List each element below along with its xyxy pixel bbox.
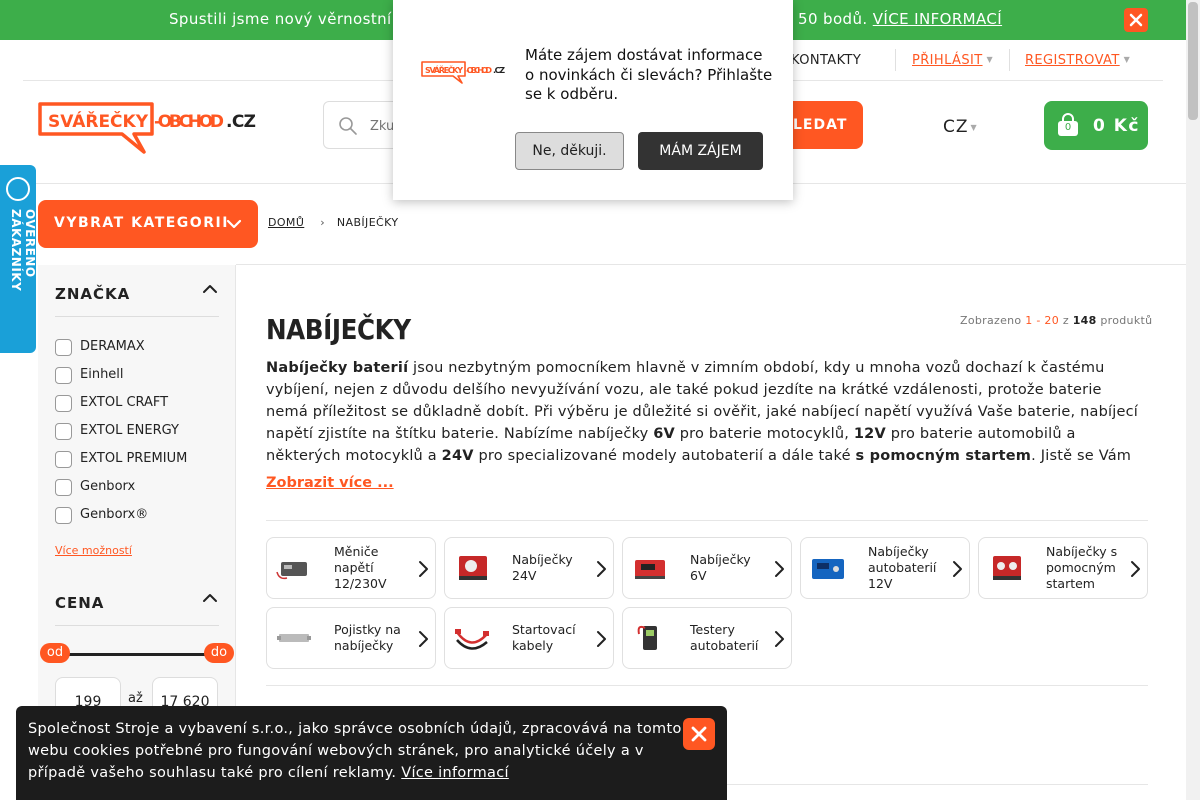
- price-to-handle[interactable]: do: [204, 643, 234, 663]
- site-logo[interactable]: SVÁŘEČKY -OBCHOD .CZ: [38, 100, 268, 156]
- brand-filter-title[interactable]: ZNAČKA: [55, 285, 130, 303]
- chevron-right-icon: [419, 631, 428, 647]
- breadcrumb: DOMŮ › NABÍJEČKY: [268, 216, 398, 229]
- promo-text-end: 50 bodů. VÍCE INFORMACÍ: [798, 10, 1003, 28]
- inverter-icon: [276, 562, 307, 580]
- svg-text:SVÁŘEČKY: SVÁŘEČKY: [425, 64, 463, 75]
- scrollbar-thumb[interactable]: [1188, 2, 1198, 120]
- breadcrumb-home[interactable]: DOMŮ: [268, 216, 304, 229]
- subcategory-tile[interactable]: Pojistky na nabíječky: [266, 607, 436, 669]
- cookie-message: Společnost Stroje a vybavení s.r.o., jak…: [28, 721, 682, 781]
- select-category-label: VYBRAT KATEGORII: [54, 215, 229, 231]
- divider: [1009, 49, 1010, 71]
- divider: [55, 625, 219, 626]
- charger-red-icon: [459, 556, 487, 580]
- price-filter-title[interactable]: CENA: [55, 594, 104, 612]
- subscribe-button[interactable]: MÁM ZÁJEM: [638, 132, 763, 170]
- register-link[interactable]: REGISTROVAT ▼: [1025, 53, 1130, 68]
- subcategory-tile[interactable]: Testery autobaterií: [622, 607, 792, 669]
- cookie-close-button[interactable]: [683, 718, 715, 750]
- cookie-bar: Společnost Stroje a vybavení s.r.o., jak…: [16, 706, 727, 800]
- chevron-right-icon: [419, 561, 428, 577]
- svg-text:.CZ: .CZ: [226, 112, 256, 132]
- language-selector[interactable]: CZ ▼: [943, 117, 978, 137]
- chevron-right-icon: [1131, 561, 1140, 577]
- login-link[interactable]: PŘIHLÁSIT ▼: [912, 53, 993, 68]
- chevron-right-icon: [775, 561, 784, 577]
- subcategory-tile[interactable]: Startovací kabely: [444, 607, 614, 669]
- popup-logo-icon: SVÁŘEČKY -OBCHOD .CZ: [421, 61, 505, 84]
- subcategory-tile[interactable]: Nabíječky s pomocným startem: [978, 537, 1148, 599]
- chevron-down-icon: ▼: [986, 55, 994, 64]
- chevron-right-icon: ›: [320, 216, 325, 229]
- category-description: Nabíječky baterií jsou nezbytným pomocní…: [266, 360, 1139, 464]
- chevron-right-icon: [953, 561, 962, 577]
- checkbox[interactable]: [55, 339, 72, 356]
- starter-charger-icon: [993, 556, 1021, 580]
- newsletter-popup: SVÁŘEČKY -OBCHOD .CZ Máte zájem dostávat…: [393, 0, 793, 200]
- divider: [895, 49, 896, 71]
- page-scrollbar[interactable]: [1186, 0, 1200, 800]
- subcategory-tile[interactable]: Nabíječky 6V: [622, 537, 792, 599]
- checkbox[interactable]: [55, 395, 72, 412]
- chevron-down-icon: [226, 219, 242, 229]
- page-title: NABÍJEČKY: [266, 313, 411, 346]
- price-separator: až: [128, 691, 143, 706]
- newsletter-message: Máte zájem dostávat informace o novinkác…: [525, 46, 773, 103]
- breadcrumb-current: NABÍJEČKY: [336, 216, 399, 229]
- checkbox[interactable]: [55, 507, 72, 524]
- subcategory-tile[interactable]: Nabíječky 24V: [444, 537, 614, 599]
- content-divider: [236, 264, 1186, 265]
- promo-text: Spustili jsme nový věrnostní p: [169, 10, 407, 28]
- fuse-icon: [277, 634, 311, 642]
- show-more-link[interactable]: Zobrazit více ...: [266, 475, 394, 491]
- jumper-cables-icon: [455, 629, 489, 650]
- cart-button[interactable]: 0 0 Kč: [1044, 101, 1148, 150]
- cart-total: 0 Kč: [1093, 116, 1140, 136]
- cart-count: 0: [1064, 122, 1072, 133]
- chevron-down-icon: ▼: [1123, 55, 1131, 64]
- charger-6v-icon: [635, 560, 665, 579]
- checkbox[interactable]: [55, 451, 72, 468]
- more-options-link[interactable]: Více možností: [55, 544, 132, 557]
- subcategory-tile[interactable]: Nabíječky autobaterií 12V: [800, 537, 970, 599]
- verified-label: OVĚŘENO ZÁKAZNÍKY: [9, 209, 37, 292]
- select-category-button[interactable]: VYBRAT KATEGORII: [38, 200, 258, 248]
- close-icon: [1129, 13, 1143, 27]
- divider: [720, 784, 1148, 785]
- chevron-right-icon: [597, 561, 606, 577]
- divider: [55, 316, 219, 317]
- logo-icon: SVÁŘEČKY -OBCHOD .CZ: [38, 102, 256, 154]
- svg-text:.CZ: .CZ: [493, 66, 505, 75]
- chevron-up-icon[interactable]: [202, 592, 218, 604]
- promo-close-button[interactable]: [1124, 8, 1148, 32]
- contacts-link[interactable]: KONTAKTY: [791, 53, 861, 68]
- cookie-info-link[interactable]: Více informací: [401, 765, 509, 781]
- price-from-handle[interactable]: od: [40, 643, 70, 663]
- svg-text:-OBCHOD: -OBCHOD: [154, 112, 224, 132]
- svg-text:-OBCHOD: -OBCHOD: [466, 66, 492, 75]
- chevron-right-icon: [775, 631, 784, 647]
- charger-blue-icon: [812, 559, 844, 579]
- divider: [266, 685, 1148, 686]
- divider: [266, 520, 1148, 521]
- chevron-up-icon[interactable]: [202, 283, 218, 295]
- verified-customers-tab[interactable]: OVĚŘENO ZÁKAZNÍKY: [0, 165, 37, 353]
- decline-button[interactable]: Ne, děkuji.: [515, 132, 624, 170]
- promo-link[interactable]: VÍCE INFORMACÍ: [873, 10, 1002, 28]
- chevron-down-icon: ▼: [970, 123, 978, 132]
- svg-text:SVÁŘEČKY: SVÁŘEČKY: [48, 110, 149, 132]
- subcategory-tile[interactable]: Měniče napětí 12/230V: [266, 537, 436, 599]
- checkbox[interactable]: [55, 367, 72, 384]
- price-range-track[interactable]: [55, 653, 219, 656]
- checkbox[interactable]: [55, 423, 72, 440]
- search-icon: [339, 117, 357, 135]
- product-count: Zobrazeno 1 - 20 z 148 produktů: [960, 314, 1153, 327]
- checkbox[interactable]: [55, 479, 72, 496]
- close-icon: [691, 726, 707, 742]
- verified-badge-icon: [6, 177, 30, 201]
- chevron-right-icon: [597, 631, 606, 647]
- battery-tester-icon: [637, 625, 657, 650]
